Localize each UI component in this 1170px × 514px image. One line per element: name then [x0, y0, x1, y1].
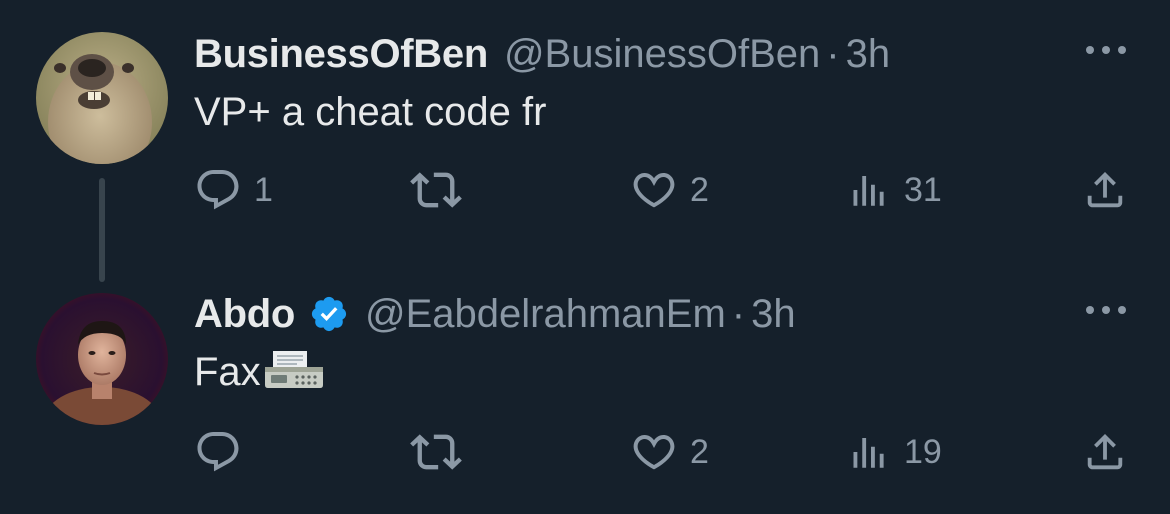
tweet[interactable]: BusinessOfBen @BusinessOfBen · 3h VP+ a … [0, 0, 1170, 282]
tweet-header: BusinessOfBen @BusinessOfBen · 3h [194, 30, 890, 78]
display-name[interactable]: Abdo [194, 290, 295, 338]
reply-count: 1 [254, 170, 273, 209]
fax-machine-emoji [264, 351, 323, 388]
tweet[interactable]: Abdo @EabdelrahmanEm · 3h Fax 2 19 [0, 260, 1170, 514]
person-avatar [36, 293, 168, 425]
handle[interactable]: @EabdelrahmanEm [365, 290, 726, 338]
separator-dot: · [731, 292, 746, 336]
reply-button[interactable]: 1 [194, 164, 273, 216]
share-icon [1087, 433, 1123, 470]
separator-dot: · [826, 32, 840, 76]
view-count: 19 [904, 432, 942, 471]
share-icon [1087, 171, 1123, 208]
retweet-button[interactable] [410, 426, 474, 478]
reply-icon [197, 170, 239, 210]
tweet-text: VP+ a cheat code fr [194, 90, 547, 134]
views-icon [853, 438, 884, 468]
views-button[interactable]: 19 [850, 426, 942, 478]
more-icon[interactable] [1086, 42, 1126, 58]
share-button[interactable] [1082, 426, 1128, 478]
action-bar: 2 19 [0, 426, 1170, 478]
like-count: 2 [690, 432, 709, 471]
retweet-button[interactable] [410, 164, 474, 216]
like-button[interactable]: 2 [630, 164, 709, 216]
retweet-icon [410, 172, 462, 208]
handle[interactable]: @BusinessOfBen [504, 30, 820, 78]
verified-badge-icon[interactable] [309, 294, 349, 334]
tweet-text: Fax [194, 346, 325, 398]
marmot-avatar [36, 32, 168, 164]
like-count: 2 [690, 170, 709, 209]
action-bar: 1 2 31 [0, 164, 1170, 216]
retweet-icon [410, 434, 462, 470]
tweet-header: Abdo @EabdelrahmanEm · 3h [194, 290, 796, 338]
timestamp[interactable]: 3h [751, 290, 796, 338]
more-icon[interactable] [1086, 302, 1126, 318]
views-icon [853, 176, 884, 206]
view-count: 31 [904, 170, 942, 209]
views-button[interactable]: 31 [850, 164, 942, 216]
display-name[interactable]: BusinessOfBen [194, 30, 488, 78]
like-button[interactable]: 2 [630, 426, 709, 478]
timestamp[interactable]: 3h [846, 30, 891, 78]
avatar[interactable] [36, 293, 168, 425]
avatar[interactable] [36, 32, 168, 164]
share-button[interactable] [1082, 164, 1128, 216]
reply-button[interactable] [194, 426, 254, 478]
tweet-text-content: Fax [194, 350, 261, 394]
heart-icon [633, 435, 675, 470]
tweet-thread: BusinessOfBen @BusinessOfBen · 3h VP+ a … [0, 0, 1170, 514]
heart-icon [633, 173, 675, 208]
reply-icon [197, 432, 239, 472]
